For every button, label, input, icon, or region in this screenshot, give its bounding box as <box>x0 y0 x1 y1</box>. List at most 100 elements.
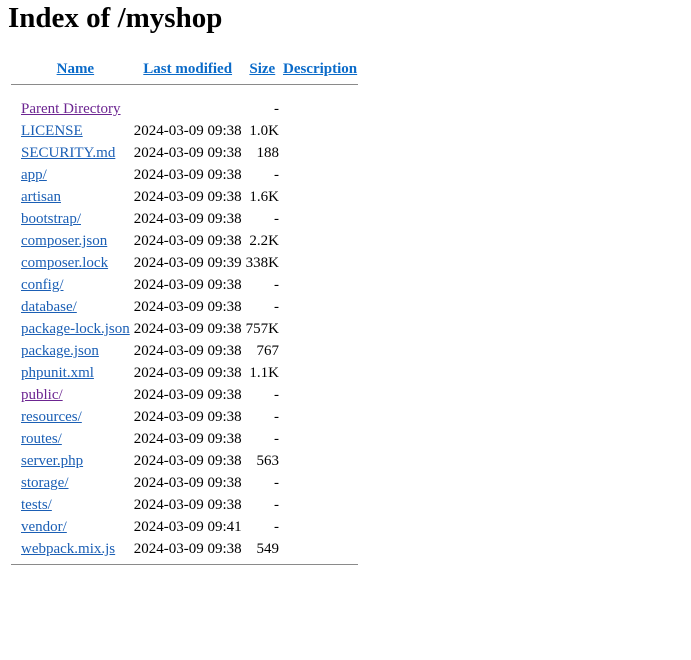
file-size: - <box>273 475 279 491</box>
file-modified: 2024-03-09 09:38 <box>133 387 242 403</box>
file-size: 1.0K <box>249 123 279 139</box>
file-modified: 2024-03-09 09:39 <box>133 255 242 271</box>
file-row: public/2024-03-09 09:38 - <box>11 385 358 405</box>
file-description <box>282 297 358 317</box>
file-link[interactable]: LICENSE <box>21 123 83 139</box>
file-row: resources/2024-03-09 09:38 - <box>11 407 358 427</box>
file-link[interactable]: routes/ <box>21 431 62 447</box>
file-size: - <box>273 299 279 315</box>
sort-by-description-link[interactable]: Description <box>283 61 357 77</box>
file-description <box>282 495 358 515</box>
file-size: - <box>273 277 279 293</box>
file-link[interactable]: SECURITY.md <box>21 145 115 161</box>
file-modified: 2024-03-09 09:38 <box>133 211 242 227</box>
file-row: config/2024-03-09 09:38 - <box>11 275 358 295</box>
parent-directory-link[interactable]: Parent Directory <box>21 101 121 117</box>
header-divider <box>11 81 359 87</box>
file-link[interactable]: public/ <box>21 387 63 403</box>
file-description <box>282 539 358 559</box>
sort-by-last-modified-link[interactable]: Last modified <box>143 61 232 77</box>
file-modified: 2024-03-09 09:38 <box>133 497 242 513</box>
file-row: routes/2024-03-09 09:38 - <box>11 429 358 449</box>
file-modified: 2024-03-09 09:38 <box>133 431 242 447</box>
file-size: - <box>273 431 279 447</box>
file-description <box>282 121 358 141</box>
file-link[interactable]: artisan <box>21 189 61 205</box>
header-description: Description <box>282 60 358 79</box>
file-row: package.json 2024-03-09 09:38 767 <box>11 341 358 361</box>
file-link[interactable]: resources/ <box>21 409 82 425</box>
file-link[interactable]: composer.json <box>21 233 107 249</box>
file-description <box>282 363 358 383</box>
header-row: Name Last modified Size Description <box>11 60 358 79</box>
file-size: 338K <box>245 255 279 271</box>
file-size: - <box>273 409 279 425</box>
file-modified: 2024-03-09 09:38 <box>133 233 242 249</box>
file-row: database/2024-03-09 09:38 - <box>11 297 358 317</box>
directory-listing: Name Last modified Size Description Pare… <box>9 58 360 569</box>
file-row: phpunit.xml 2024-03-09 09:38 1.1K <box>11 363 358 383</box>
file-size: - <box>273 519 279 535</box>
file-modified: 2024-03-09 09:41 <box>133 519 242 535</box>
sort-by-size-link[interactable]: Size <box>249 61 275 77</box>
file-modified: 2024-03-09 09:38 <box>133 189 242 205</box>
file-row: server.php 2024-03-09 09:38 563 <box>11 451 358 471</box>
file-size: - <box>273 167 279 183</box>
file-link[interactable]: phpunit.xml <box>21 365 94 381</box>
header-last-modified: Last modified <box>133 60 243 79</box>
file-description <box>282 429 358 449</box>
file-modified: 2024-03-09 09:38 <box>133 343 242 359</box>
file-modified: 2024-03-09 09:38 <box>133 541 242 557</box>
file-link[interactable]: storage/ <box>21 475 68 491</box>
file-link[interactable]: app/ <box>21 167 47 183</box>
file-modified: 2024-03-09 09:38 <box>133 167 242 183</box>
file-row: storage/2024-03-09 09:38 - <box>11 473 358 493</box>
sort-by-name-link[interactable]: Name <box>57 61 95 77</box>
file-size: - <box>273 497 279 513</box>
file-description <box>282 385 358 405</box>
file-row: app/2024-03-09 09:38 - <box>11 165 358 185</box>
file-description <box>282 517 358 537</box>
file-link[interactable]: vendor/ <box>21 519 67 535</box>
file-size: 563 <box>256 453 279 469</box>
file-modified: 2024-03-09 09:38 <box>133 475 242 491</box>
file-modified: 2024-03-09 09:38 <box>133 123 242 139</box>
header-name: Name <box>20 60 131 79</box>
file-description <box>282 473 358 493</box>
file-link[interactable]: bootstrap/ <box>21 211 81 227</box>
file-description <box>282 209 358 229</box>
file-description <box>282 319 358 339</box>
file-link[interactable]: package.json <box>21 343 99 359</box>
file-modified: 2024-03-09 09:38 <box>133 321 242 337</box>
parent-directory-row: Parent Directory - <box>11 99 358 119</box>
header-size: Size <box>245 60 280 79</box>
file-link[interactable]: server.php <box>21 453 83 469</box>
file-row: vendor/2024-03-09 09:41 - <box>11 517 358 537</box>
file-link[interactable]: package-lock.json <box>21 321 130 337</box>
page-title: Index of /myshop <box>8 2 223 34</box>
file-link[interactable]: composer.lock <box>21 255 108 271</box>
file-link[interactable]: webpack.mix.js <box>21 541 115 557</box>
footer-divider <box>11 561 359 567</box>
file-row: artisan 2024-03-09 09:38 1.6K <box>11 187 358 207</box>
file-row: webpack.mix.js 2024-03-09 09:38 549 <box>11 539 358 559</box>
file-description <box>282 253 358 273</box>
file-modified: 2024-03-09 09:38 <box>133 299 242 315</box>
file-size: 767 <box>256 343 279 359</box>
file-size: 757K <box>245 321 279 337</box>
file-link[interactable]: tests/ <box>21 497 52 513</box>
file-size: 549 <box>256 541 279 557</box>
file-modified: 2024-03-09 09:38 <box>133 277 242 293</box>
file-description <box>282 165 358 185</box>
file-row: SECURITY.md 2024-03-09 09:38 188 <box>11 143 358 163</box>
file-row: bootstrap/2024-03-09 09:38 - <box>11 209 358 229</box>
file-link[interactable]: database/ <box>21 299 77 315</box>
file-description <box>282 143 358 163</box>
file-size: 2.2K <box>249 233 279 249</box>
file-size: 1.1K <box>249 365 279 381</box>
file-link[interactable]: config/ <box>21 277 64 293</box>
file-description <box>282 407 358 427</box>
file-size: - <box>273 387 279 403</box>
file-row: LICENSE 2024-03-09 09:38 1.0K <box>11 121 358 141</box>
file-size: - <box>273 211 279 227</box>
